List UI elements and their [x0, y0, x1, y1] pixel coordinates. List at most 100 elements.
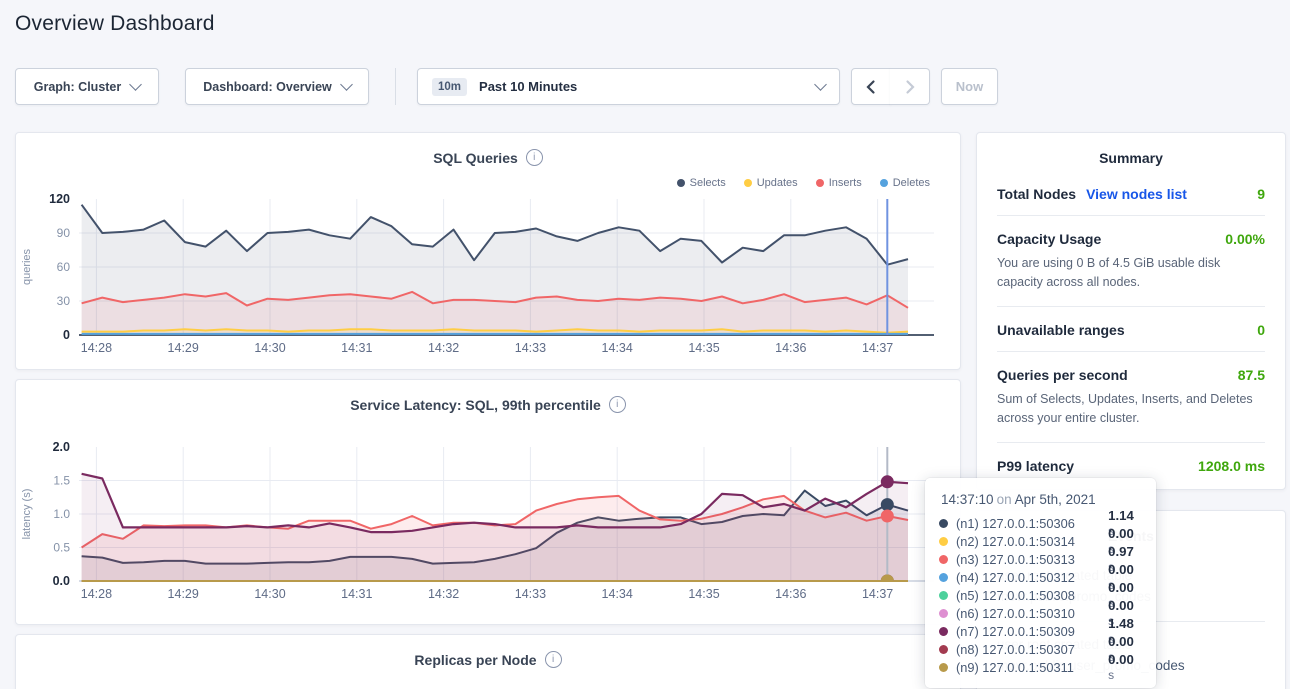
node-color-dot-icon: [939, 609, 948, 618]
replicas-title-row: Replicas per Node i: [16, 635, 960, 668]
svg-text:120: 120: [49, 192, 70, 206]
svg-text:1.5: 1.5: [53, 474, 70, 488]
unavailable-ranges-label: Unavailable ranges: [997, 322, 1125, 338]
tooltip-date: Apr 5th, 2021: [1015, 492, 1096, 507]
capacity-value: 0.00%: [1225, 231, 1265, 247]
node-color-dot-icon: [939, 627, 948, 636]
tooltip-node-label: (n4) 127.0.0.1:50312: [956, 570, 1100, 585]
svg-text:queries: queries: [21, 248, 33, 285]
node-color-dot-icon: [939, 573, 948, 582]
page-title: Overview Dashboard: [15, 12, 215, 36]
summary-row-capacity: Capacity Usage 0.00% You are using 0 B o…: [997, 215, 1265, 306]
tooltip-time: 14:37:10: [941, 492, 994, 507]
service-latency-card: Service Latency: SQL, 99th percentile i …: [15, 379, 961, 625]
info-icon[interactable]: i: [526, 149, 543, 166]
time-range-label: Past 10 Minutes: [479, 79, 577, 94]
svg-text:2.0: 2.0: [53, 440, 70, 454]
tooltip-node-value: 0.00 s: [1108, 652, 1142, 682]
svg-text:14:33: 14:33: [515, 341, 546, 355]
time-prev-button[interactable]: [851, 68, 891, 105]
svg-text:0.5: 0.5: [53, 541, 70, 555]
dashboard-label: Dashboard: Overview: [203, 80, 332, 94]
svg-text:0: 0: [63, 328, 70, 342]
svg-text:1.0: 1.0: [53, 507, 70, 521]
controls-divider: [395, 68, 396, 105]
time-range-badge: 10m: [432, 78, 467, 96]
replicas-per-node-card: Replicas per Node i: [15, 634, 961, 689]
svg-text:14:36: 14:36: [775, 341, 806, 355]
p99-latency-value: 1208.0 ms: [1198, 458, 1265, 474]
node-color-dot-icon: [939, 519, 948, 528]
time-range-dropdown[interactable]: 10m Past 10 Minutes: [417, 68, 840, 105]
chevron-left-icon: [864, 79, 878, 95]
tooltip-node-label: (n6) 127.0.0.1:50310: [956, 606, 1100, 621]
node-color-dot-icon: [939, 663, 948, 672]
svg-text:14:33: 14:33: [515, 587, 546, 601]
sql-queries-card: SQL Queries i SelectsUpdatesInsertsDelet…: [15, 132, 961, 370]
info-icon[interactable]: i: [609, 396, 626, 413]
tooltip-node-label: (n1) 127.0.0.1:50306: [956, 516, 1100, 531]
total-nodes-value: 9: [1257, 186, 1265, 202]
summary-row-total-nodes: Total Nodes View nodes list 9: [997, 171, 1265, 215]
tooltip-row: (n9) 127.0.0.1:503110.00 s: [939, 658, 1142, 676]
chart-title: SQL Queries: [433, 150, 518, 166]
svg-text:0.0: 0.0: [53, 574, 70, 588]
chart-hover-tooltip: 14:37:10onApr 5th, 2021 (n1) 127.0.0.1:5…: [925, 478, 1156, 688]
dashboard-dropdown[interactable]: Dashboard: Overview: [185, 68, 369, 105]
svg-text:14:37: 14:37: [862, 587, 893, 601]
svg-text:14:37: 14:37: [862, 341, 893, 355]
tooltip-node-label: (n8) 127.0.0.1:50307: [956, 642, 1100, 657]
chevron-down-icon: [340, 78, 353, 91]
chart-title: Replicas per Node: [414, 652, 536, 668]
svg-text:14:30: 14:30: [254, 587, 285, 601]
summary-title: Summary: [977, 133, 1285, 171]
svg-text:30: 30: [57, 294, 71, 308]
tooltip-node-label: (n7) 127.0.0.1:50309: [956, 624, 1100, 639]
qps-value: 87.5: [1238, 367, 1265, 383]
svg-text:14:28: 14:28: [81, 587, 112, 601]
service-latency-chart[interactable]: 14:2814:2914:3014:3114:3214:3314:3414:35…: [16, 432, 962, 617]
graph-scope-dropdown[interactable]: Graph: Cluster: [15, 68, 159, 105]
svg-text:14:29: 14:29: [168, 341, 199, 355]
overview-dashboard-page: Overview Dashboard Graph: Cluster Dashbo…: [0, 0, 1290, 689]
view-nodes-list-link[interactable]: View nodes list: [1086, 186, 1187, 202]
svg-text:60: 60: [57, 260, 71, 274]
summary-row-unavailable: Unavailable ranges 0: [997, 306, 1265, 351]
node-color-dot-icon: [939, 645, 948, 654]
svg-text:14:35: 14:35: [688, 587, 719, 601]
tooltip-node-label: (n2) 127.0.0.1:50314: [956, 534, 1100, 549]
time-next-button[interactable]: [890, 68, 930, 105]
tooltip-node-label: (n5) 127.0.0.1:50308: [956, 588, 1100, 603]
qps-label: Queries per second: [997, 367, 1128, 383]
svg-text:14:36: 14:36: [775, 587, 806, 601]
capacity-desc: You are using 0 B of 4.5 GiB usable disk…: [997, 254, 1265, 293]
chevron-down-icon: [814, 78, 827, 91]
svg-text:latency (s): latency (s): [21, 489, 33, 540]
node-color-dot-icon: [939, 537, 948, 546]
summary-row-qps: Queries per second 87.5 Sum of Selects, …: [997, 351, 1265, 442]
chevron-right-icon: [903, 79, 917, 95]
p99-latency-label: P99 latency: [997, 458, 1074, 474]
service-latency-title-row: Service Latency: SQL, 99th percentile i: [16, 380, 960, 413]
svg-text:14:32: 14:32: [428, 587, 459, 601]
summary-body: Total Nodes View nodes list 9 Capacity U…: [977, 171, 1285, 487]
capacity-label: Capacity Usage: [997, 231, 1101, 247]
summary-panel: Summary Total Nodes View nodes list 9 Ca…: [976, 132, 1286, 490]
total-nodes-label: Total Nodes: [997, 186, 1076, 202]
info-icon[interactable]: i: [545, 651, 562, 668]
svg-text:14:30: 14:30: [254, 341, 285, 355]
svg-text:14:34: 14:34: [602, 341, 633, 355]
node-color-dot-icon: [939, 591, 948, 600]
svg-text:14:35: 14:35: [688, 341, 719, 355]
svg-text:14:28: 14:28: [81, 341, 112, 355]
now-button[interactable]: Now: [941, 68, 998, 105]
svg-text:14:31: 14:31: [341, 341, 372, 355]
qps-desc: Sum of Selects, Updates, Inserts, and De…: [997, 390, 1265, 429]
svg-text:14:34: 14:34: [602, 587, 633, 601]
tooltip-timestamp: 14:37:10onApr 5th, 2021: [941, 492, 1142, 507]
svg-text:14:32: 14:32: [428, 341, 459, 355]
unavailable-ranges-value: 0: [1257, 322, 1265, 338]
sql-queries-chart[interactable]: 14:28 14:29 14:30 14:31 14:32 14:33 14:34 14:35…: [16, 185, 962, 360]
sql-queries-title-row: SQL Queries i: [16, 133, 960, 166]
tooltip-rows: (n1) 127.0.0.1:503061.14 s(n2) 127.0.0.1…: [939, 514, 1142, 676]
